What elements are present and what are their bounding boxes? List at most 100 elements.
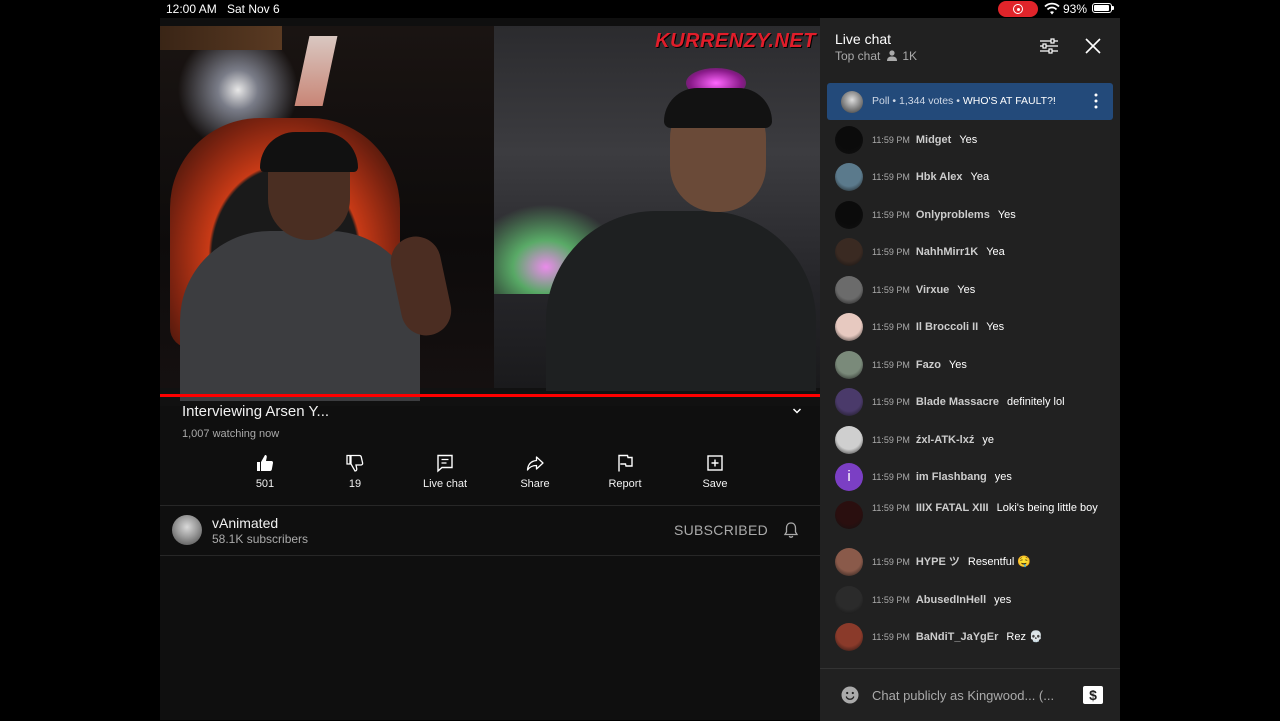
chat-text: Yes [997,209,1016,221]
chat-header: Live chat Top chat 1K [820,18,1120,78]
chat-avatar[interactable] [835,586,863,614]
status-date: Sat Nov 6 [227,2,280,16]
chat-timestamp: 11:59 PM [872,135,910,145]
chat-avatar[interactable] [835,163,863,191]
subscribed-button[interactable]: SUBSCRIBED [674,522,768,538]
chat-text: definitely lol [1007,396,1065,408]
like-button[interactable]: 501 [220,453,310,490]
emoji-icon[interactable] [841,686,859,704]
chat-avatar[interactable] [835,313,863,341]
chat-author[interactable]: NahhMirr1K [916,246,978,258]
save-button[interactable]: Save [670,453,760,490]
chat-avatar[interactable] [835,351,863,379]
chat-avatar[interactable] [835,276,863,304]
poll-banner[interactable]: Poll • 1,344 votes • WHO'S AT FAULT?! [827,83,1113,120]
live-chat-panel: Live chat Top chat 1K Poll • 1,344 votes … [820,18,1120,721]
chat-message-text: 11:59 PM HYPE ツ Resentful 🤤 [872,555,1110,570]
live-chat-button[interactable]: Live chat [400,453,490,490]
chat-avatar[interactable] [835,426,863,454]
chat-message-text: 11:59 PM IIIX FATAL XIII Loki's being litt… [872,501,1110,516]
chat-message-text: 11:59 PM AbusedInHell yes [872,593,1110,608]
chat-mode-selector[interactable]: Top chat 1K [835,49,917,63]
chat-author[interactable]: Onlyproblems [916,209,990,221]
poll-text: Poll • 1,344 votes • WHO'S AT FAULT?! [872,95,1056,107]
person-icon [887,50,898,61]
chat-avatar[interactable] [835,388,863,416]
chat-message-text: 11:59 PM im Flashbang yes [872,470,1110,485]
divider [160,555,820,556]
report-button[interactable]: Report [580,453,670,490]
chat-author[interactable]: źxl-ATK-lxź [916,434,974,446]
chat-avatar[interactable] [835,201,863,229]
chat-text: Yea [970,171,990,183]
bell-icon[interactable] [782,521,800,539]
chat-author[interactable]: Midget [916,134,951,146]
dislike-button[interactable]: 19 [310,453,400,490]
chat-avatar[interactable] [835,623,863,651]
screen-record-icon[interactable] [998,1,1038,17]
chevron-down-icon[interactable] [792,406,802,416]
chat-timestamp: 11:59 PM [872,285,910,295]
wifi-icon [1044,2,1060,15]
dislike-count: 19 [348,478,362,490]
chat-input[interactable]: Chat publicly as Kingwood... (... [872,688,1054,703]
chat-author[interactable]: BaNdiT_JaYgEr [916,631,999,643]
chat-author[interactable]: Blade Massacre [916,396,999,408]
chat-author[interactable]: HYPE ツ [916,556,960,568]
chat-author[interactable]: IIIX FATAL XIII [916,502,989,514]
chat-avatar[interactable] [835,238,863,266]
status-bar: 12:00 AM Sat Nov 6 93% [160,0,1120,18]
video-progress-bar[interactable] [160,394,820,397]
chat-message-text: 11:59 PM Il Broccoli II Yes [872,320,1110,335]
poll-question: WHO'S AT FAULT?! [962,95,1056,107]
chat-timestamp: 11:59 PM [872,322,910,332]
chat-author[interactable]: im Flashbang [916,471,987,483]
thumbs-down-icon [346,454,364,472]
chat-message-text: 11:59 PM BaNdiT_JaYgEr Rez 💀 [872,630,1110,645]
chat-author[interactable]: Fazo [916,359,941,371]
chat-text: yes [994,471,1012,483]
more-options-icon[interactable] [1094,93,1098,109]
chat-timestamp: 11:59 PM [872,557,910,567]
chat-author[interactable]: Il Broccoli II [916,321,978,333]
video-title-row[interactable]: Interviewing Arsen Y... [182,403,802,423]
chat-timestamp: 11:59 PM [872,503,910,513]
poll-meta: Poll • 1,344 votes • [872,95,963,107]
chat-input-bar: Chat publicly as Kingwood... (... $ [820,668,1120,721]
live-chat-label: Live chat [422,478,468,490]
chat-author[interactable]: Virxue [916,284,949,296]
svg-text:$: $ [1089,687,1097,703]
avatar-letter: i [847,468,851,485]
chat-avatar[interactable]: i [835,463,863,491]
chat-timestamp: 11:59 PM [872,595,910,605]
chat-message-text: 11:59 PM Hbk Alex Yea [872,170,1110,185]
chat-text: Rez 💀 [1006,631,1043,643]
chat-message-list[interactable]: 11:59 PM Midget Yes 11:59 PM Hbk Alex Yea 11:5… [820,126,1120,668]
chat-timestamp: 11:59 PM [872,360,910,370]
viewer-count: 1K [902,49,918,63]
status-time: 12:00 AM [166,2,217,16]
battery-icon [1092,3,1114,13]
chat-timestamp: 11:59 PM [872,632,910,642]
chat-text: Yes [957,284,976,296]
chat-avatar[interactable] [835,501,863,529]
channel-row[interactable]: vAnimated 58.1K subscribers SUBSCRIBED [160,505,820,555]
chat-message-text: 11:59 PM Midget Yes [872,133,1110,148]
share-button[interactable]: Share [490,453,580,490]
chat-text: Loki's being little boy [996,502,1098,514]
chat-message-text: 11:59 PM Onlyproblems Yes [872,208,1110,223]
chat-message-text: 11:59 PM NahhMirr1K Yea [872,245,1110,260]
chat-avatar[interactable] [835,126,863,154]
chat-message-text: 11:59 PM Virxue Yes [872,283,1110,298]
chat-author[interactable]: Hbk Alex [916,171,963,183]
chat-author[interactable]: AbusedInHell [916,594,986,606]
super-chat-icon[interactable]: $ [1082,685,1104,705]
filter-settings-icon[interactable] [1039,37,1059,55]
channel-name[interactable]: vAnimated [212,515,278,531]
close-icon[interactable] [1084,37,1102,55]
video-player[interactable]: KURRENZY.NET [160,26,820,406]
chat-timestamp: 11:59 PM [872,435,910,445]
chat-avatar[interactable] [835,548,863,576]
channel-avatar[interactable] [172,515,202,545]
chat-message-text: 11:59 PM Blade Massacre definitely lol [872,395,1110,410]
